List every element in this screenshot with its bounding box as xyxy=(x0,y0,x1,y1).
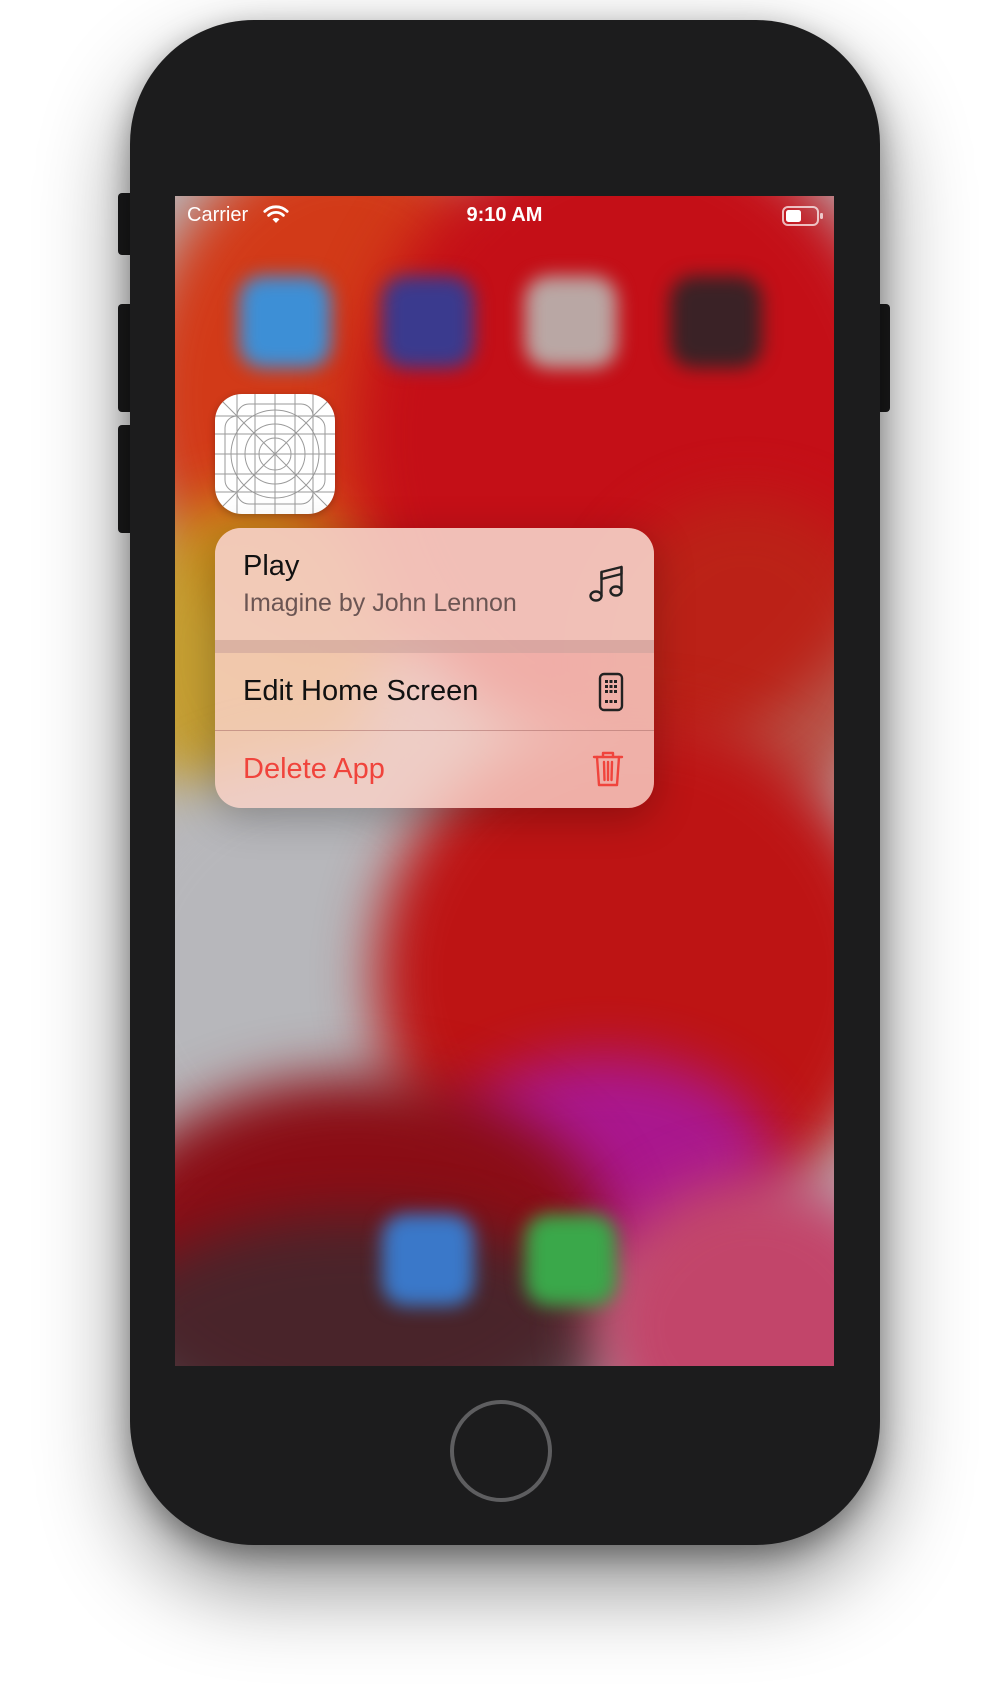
menu-item-title: Delete App xyxy=(243,753,385,785)
app-icon[interactable] xyxy=(215,394,335,514)
blurred-app-icon xyxy=(670,276,762,368)
phone-apps-icon xyxy=(598,672,624,717)
blurred-app-icon xyxy=(239,276,331,368)
menu-item-title: Play xyxy=(243,550,300,582)
menu-section-separator xyxy=(215,640,654,653)
clock: 9:10 AM xyxy=(466,204,543,226)
menu-item-subtitle: Imagine by John Lennon xyxy=(243,589,517,617)
trash-icon xyxy=(592,750,624,793)
blurred-dock-icon xyxy=(382,1214,474,1306)
menu-item-delete-app[interactable]: Delete App xyxy=(215,731,654,808)
home-button[interactable] xyxy=(450,1400,552,1502)
menu-item-edit-home-screen[interactable]: Edit Home Screen xyxy=(215,653,654,730)
blurred-app-icon xyxy=(525,276,617,368)
context-menu: Play Imagine by John Lennon Edit Home Sc… xyxy=(215,528,654,808)
status-bar: Carrier 9:10 AM xyxy=(175,196,834,236)
battery-icon xyxy=(782,206,824,232)
menu-item-play[interactable]: Play Imagine by John Lennon xyxy=(215,528,654,640)
music-note-icon xyxy=(588,564,624,609)
menu-item-title: Edit Home Screen xyxy=(243,675,479,707)
app-icon-template-grid xyxy=(215,394,335,514)
blurred-dock-icon xyxy=(525,1214,617,1306)
blurred-app-icon xyxy=(382,276,474,368)
screen: Carrier 9:10 AM Play Imagine by John Len… xyxy=(175,196,834,1366)
